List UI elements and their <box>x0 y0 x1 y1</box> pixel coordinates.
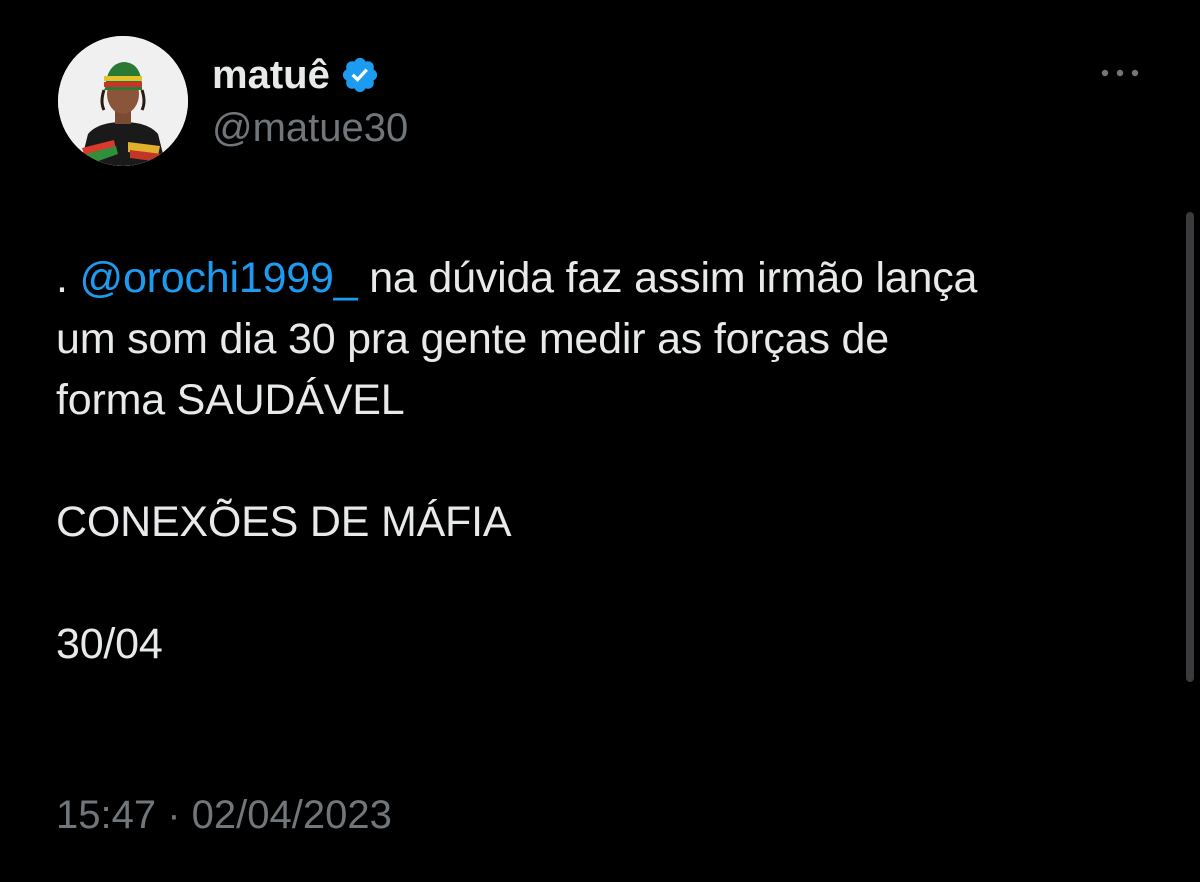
more-options-button[interactable] <box>1094 56 1146 92</box>
author-display-name[interactable]: matuê <box>212 55 330 95</box>
tweet-text-prefix: . <box>56 254 80 302</box>
mention-link[interactable]: @orochi1999_ <box>80 254 358 302</box>
scrollbar[interactable] <box>1186 212 1194 682</box>
tweet-date: 02/04/2023 <box>191 793 392 837</box>
author-name-row: matuê <box>212 50 380 100</box>
tweet-timestamp[interactable]: 15:47 · 02/04/2023 <box>56 790 392 840</box>
tweet-text-line-1-rest: na dúvida faz assim irmão lança <box>357 254 978 302</box>
tweet-text-line-3: forma SAUDÁVEL <box>56 376 405 424</box>
avatar[interactable] <box>58 36 188 166</box>
tweet-text-line-1: . @orochi1999_ na dúvida faz assim irmão… <box>56 248 1156 309</box>
tweet-time: 15:47 <box>56 793 157 837</box>
timestamp-separator: · <box>156 793 192 837</box>
profile-photo-image <box>58 36 188 166</box>
tweet-text-line-2: um som dia 30 pra gente medir as forças … <box>56 315 889 363</box>
tweet-text-line-4: CONEXÕES DE MÁFIA <box>56 498 512 546</box>
author-handle[interactable]: @matue30 <box>212 108 408 148</box>
verified-badge-icon <box>340 55 380 95</box>
tweet-text-line-5: 30/04 <box>56 620 163 668</box>
more-horizontal-icon <box>1100 65 1140 83</box>
tweet-card: matuê @matue30 . @orochi1999_ na dúvida … <box>0 0 1200 882</box>
tweet-text: . @orochi1999_ na dúvida faz assim irmão… <box>56 248 1156 675</box>
